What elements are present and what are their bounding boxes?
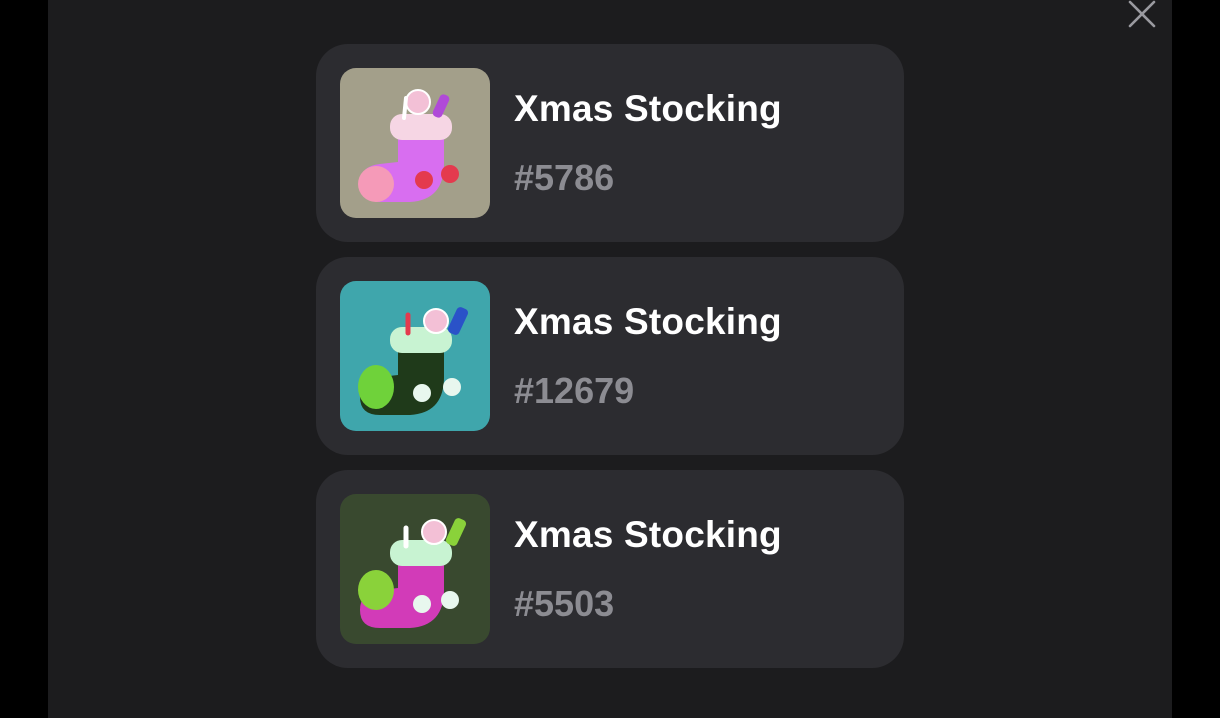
close-button[interactable] xyxy=(1124,0,1160,30)
gift-card[interactable]: Xmas Stocking #5786 xyxy=(316,44,904,242)
gift-list-modal: Xmas Stocking #5786 Xmas Stocking #12679 xyxy=(48,0,1172,718)
stocking-image xyxy=(340,281,490,431)
item-number: #12679 xyxy=(514,370,635,411)
item-number: #5503 xyxy=(514,583,615,624)
gift-card[interactable]: Xmas Stocking #5503 xyxy=(316,470,904,668)
item-title: Xmas Stocking xyxy=(514,88,782,129)
gift-card[interactable]: Xmas Stocking #12679 xyxy=(316,257,904,455)
item-title: Xmas Stocking xyxy=(514,301,782,342)
stocking-image xyxy=(340,494,490,644)
gift-list: Xmas Stocking #5786 Xmas Stocking #12679 xyxy=(316,44,904,683)
item-title: Xmas Stocking xyxy=(514,514,782,555)
close-icon xyxy=(1128,0,1156,28)
item-number: #5786 xyxy=(514,157,615,198)
stocking-image xyxy=(340,68,490,218)
